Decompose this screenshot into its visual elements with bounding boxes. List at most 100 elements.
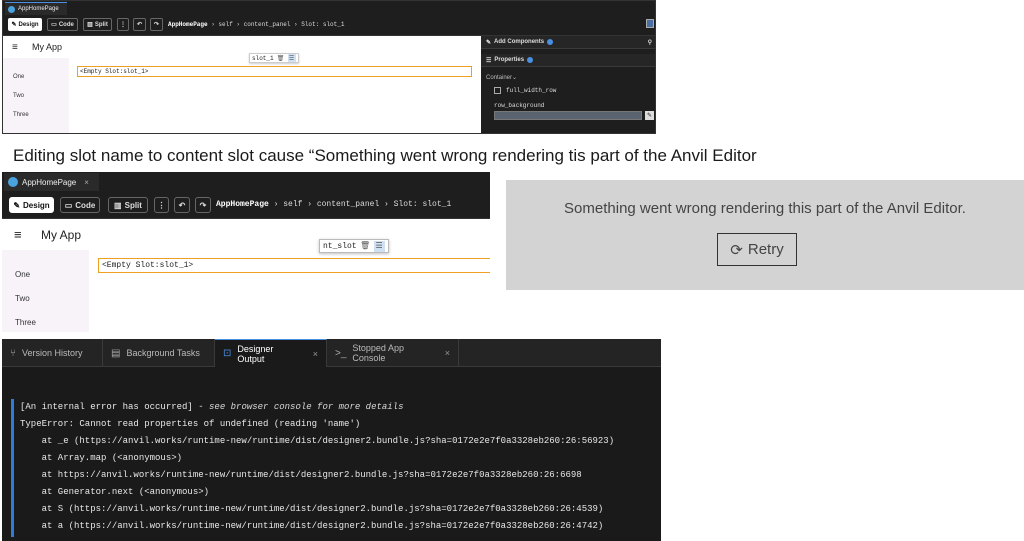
tab-version-history[interactable]: ⑂ Version History [2,339,103,367]
hamburger-menu-icon[interactable]: ≡ [14,227,22,242]
console-line: at Generator.next (<anonymous>) [20,487,210,497]
properties-panel: ✎ Add Components ⚲ ☰ Properties Containe… [481,36,655,133]
tab-stopped-app-console[interactable]: >_ Stopped App Console × [327,339,459,367]
empty-slot[interactable]: <Empty Slot:slot_1> [77,66,472,77]
container-section-label: Container [486,75,513,81]
code-button[interactable]: ▭ Code [47,18,78,31]
full-width-row-checkbox[interactable]: full_width_row [494,87,556,94]
info-icon [527,57,534,63]
add-components-label: Add Components [494,39,545,45]
designer-icon: ⊡ [223,348,232,359]
delete-icon[interactable]: 🗑 [360,241,371,252]
row-background-input[interactable] [494,111,642,120]
error-header: [An internal error has occurred] - see b… [20,402,403,412]
settings-sliders-icon[interactable]: ☰ [287,54,296,62]
undo-button[interactable]: ↶ [133,18,146,31]
console-line: TypeError: Cannot read properties of und… [20,419,361,429]
container-section[interactable]: Container⌄ [486,74,517,81]
file-tab-bar: AppHomePage × [2,172,490,191]
sidebar-item-three[interactable]: Three [15,318,36,327]
tab-label: Designer Output [237,343,274,364]
hamburger-menu-icon[interactable]: ≡ [12,42,18,53]
checkbox-label: full_width_row [506,87,557,94]
file-tab-apphomepage[interactable]: AppHomePage [5,2,67,15]
split-button[interactable]: ▥ Split [108,197,148,213]
more-icon: ⋮ [120,22,126,28]
designer-toolbar: ✎ Design ▭ Code ▥ Split ⋮ ↶ ↷ AppHomePag… [3,15,655,36]
close-icon[interactable]: × [445,348,450,358]
error-indicator-bar [11,399,14,537]
slot-name-chip[interactable]: slot_1 🗑 ☰ [249,53,299,63]
form-icon [8,5,15,13]
tab-label: Background Tasks [126,348,200,358]
sidebar: One Two Three [2,250,89,332]
design-button[interactable]: ✎ Design [9,197,54,213]
checkbox-box[interactable] [494,87,501,94]
search-icon[interactable]: ⚲ [648,39,652,46]
form-icon [8,177,18,187]
more-button[interactable]: ⋮ [154,197,169,213]
more-button[interactable]: ⋮ [117,18,129,31]
slot-name-field[interactable]: slot_1 [252,55,274,62]
undo-icon: ↶ [178,200,186,210]
retry-label: Retry [747,241,784,258]
refresh-icon: ⟳ [730,241,743,259]
sidebar-item-one[interactable]: One [13,74,24,80]
error-message: Something went wrong rendering this part… [564,200,966,217]
sidebar-item-two[interactable]: Two [15,294,30,303]
split-button[interactable]: ▥ Split [83,18,112,31]
terminal-icon: >_ [335,347,347,359]
breadcrumb-path[interactable]: › self › content_panel › Slot: slot_1 [274,200,452,209]
design-canvas: ≡ My App One Two Three slot_1 🗑 ☰ <Empty… [3,36,481,133]
file-tab-apphomepage[interactable]: AppHomePage × [4,173,99,191]
split-icon: ▥ [114,200,122,210]
file-tab-label: AppHomePage [18,6,59,12]
sidebar-item-three[interactable]: Three [13,112,29,118]
close-icon[interactable]: × [84,178,89,187]
bottom-console-panel: ⑂ Version History ▤ Background Tasks ⊡ D… [2,339,661,541]
slot-name-field[interactable]: nt_slot [323,242,357,251]
file-tab-bar: AppHomePage [3,1,655,15]
redo-icon: ↷ [153,22,160,28]
sidebar-item-two[interactable]: Two [13,93,24,99]
app-title: My App [32,42,63,52]
split-icon: ▥ [87,22,93,28]
panel-toggle-icon[interactable] [646,19,654,28]
console-tab-bar: ⑂ Version History ▤ Background Tasks ⊡ D… [2,339,661,367]
redo-button[interactable]: ↷ [195,197,211,213]
breadcrumb-page[interactable]: AppHomePage [168,21,208,28]
undo-button[interactable]: ↶ [174,197,190,213]
more-icon: ⋮ [157,200,166,210]
info-icon [547,39,554,45]
breadcrumb-page[interactable]: AppHomePage [216,200,269,209]
design-button[interactable]: ✎ Design [8,18,42,31]
tab-background-tasks[interactable]: ▤ Background Tasks [103,339,215,367]
empty-slot[interactable]: <Empty Slot:slot_1> [98,258,490,273]
redo-button[interactable]: ↷ [150,18,163,31]
tasks-icon: ▤ [111,347,121,359]
split-label: Split [124,200,142,210]
console-output: [An internal error has occurred] - see b… [2,367,661,541]
breadcrumb-path[interactable]: › self › content_panel › Slot: slot_1 [211,21,344,28]
tab-label: Stopped App Console [352,343,404,363]
code-icon: ▭ [51,22,57,28]
caption-text: Editing slot name to content slot cause … [13,146,757,165]
slot-name-chip[interactable]: nt_slot 🗑 ☰ [319,239,389,253]
console-line: at https://anvil.works/runtime-new/runti… [20,470,582,480]
settings-sliders-icon[interactable]: ☰ [373,240,385,252]
properties-header[interactable]: ☰ Properties [481,54,655,67]
design-label: Design [23,200,50,210]
delete-icon[interactable]: 🗑 [277,54,285,62]
close-icon[interactable]: × [313,349,318,359]
tab-designer-output[interactable]: ⊡ Designer Output × [215,339,327,367]
edit-pencil-icon[interactable]: ✎ [645,111,654,120]
code-button[interactable]: ▭ Code [60,197,100,213]
design-icon: ✎ [11,22,17,28]
retry-button[interactable]: ⟳ Retry [717,233,797,266]
error-note-text: - see browser console for more details [198,402,404,412]
add-components-header[interactable]: ✎ Add Components ⚲ [481,36,655,49]
branch-icon: ⑂ [10,347,16,359]
sidebar-item-one[interactable]: One [15,270,30,279]
file-tab-label: AppHomePage [22,177,77,187]
error-head-text: [An internal error has occurred] [20,402,193,412]
